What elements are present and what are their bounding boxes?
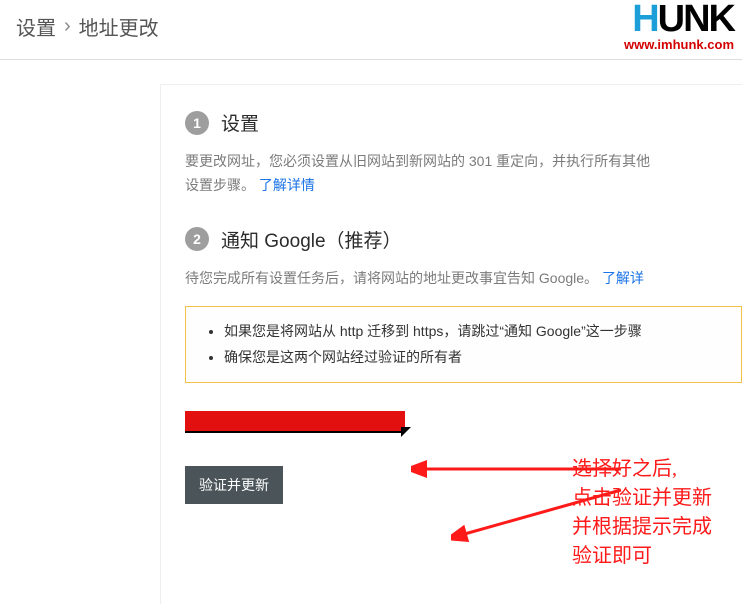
step-1-title: 设置 — [221, 109, 259, 136]
header-divider — [0, 59, 742, 60]
step-2-learn-more-link[interactable]: 了解详 — [602, 270, 644, 286]
breadcrumb-current: 地址更改 — [79, 12, 159, 41]
step-2-desc: 待您完成所有设置任务后，请将网站的地址更改事宜告知 Google。 了解详 — [185, 267, 742, 291]
site-select-dropdown[interactable] — [185, 411, 405, 433]
step-1-learn-more-link[interactable]: 了解详情 — [259, 177, 315, 193]
breadcrumb-root[interactable]: 设置 — [16, 12, 56, 41]
step-1-desc-line1: 要更改网址，您必须设置从旧网站到新网站的 301 重定向，并执行所有其他 — [185, 153, 650, 169]
annotation-line-4: 验证即可 — [572, 542, 712, 571]
step-2-title: 通知 Google（推荐） — [221, 226, 402, 253]
annotation-line-2: 点击验证并更新 — [572, 484, 712, 513]
brand-logo: HUNK www.imhunk.com — [624, 2, 734, 54]
notice-item-2: 确保您是这两个网站经过验证的所有者 — [224, 345, 721, 370]
step-1-desc-line2: 设置步骤。 — [185, 177, 255, 193]
step-1-badge: 1 — [185, 111, 209, 135]
annotation-text: 选择好之后, 点击验证并更新 并根据提示完成 验证即可 — [572, 455, 712, 571]
chevron-right-icon: › — [64, 15, 71, 38]
annotation-line-1: 选择好之后, — [572, 455, 712, 484]
logo-rest: UNK — [658, 0, 734, 40]
logo-letter-h: H — [632, 2, 657, 36]
annotation-line-3: 并根据提示完成 — [572, 513, 712, 542]
verify-update-button[interactable]: 验证并更新 — [185, 466, 283, 504]
main-content: 1 设置 要更改网址，您必须设置从旧网站到新网站的 301 重定向，并执行所有其… — [160, 84, 742, 604]
step-2-badge: 2 — [185, 227, 209, 251]
step-1: 1 设置 要更改网址，您必须设置从旧网站到新网站的 301 重定向，并执行所有其… — [185, 109, 742, 198]
notice-item-1: 如果您是将网站从 http 迁移到 https，请跳过“通知 Google”这一… — [224, 319, 721, 344]
step-2-desc-text: 待您完成所有设置任务后，请将网站的地址更改事宜告知 Google。 — [185, 270, 598, 286]
step-1-desc: 要更改网址，您必须设置从旧网站到新网站的 301 重定向，并执行所有其他 设置步… — [185, 150, 742, 198]
notice-box: 如果您是将网站从 http 迁移到 https，请跳过“通知 Google”这一… — [185, 306, 742, 382]
